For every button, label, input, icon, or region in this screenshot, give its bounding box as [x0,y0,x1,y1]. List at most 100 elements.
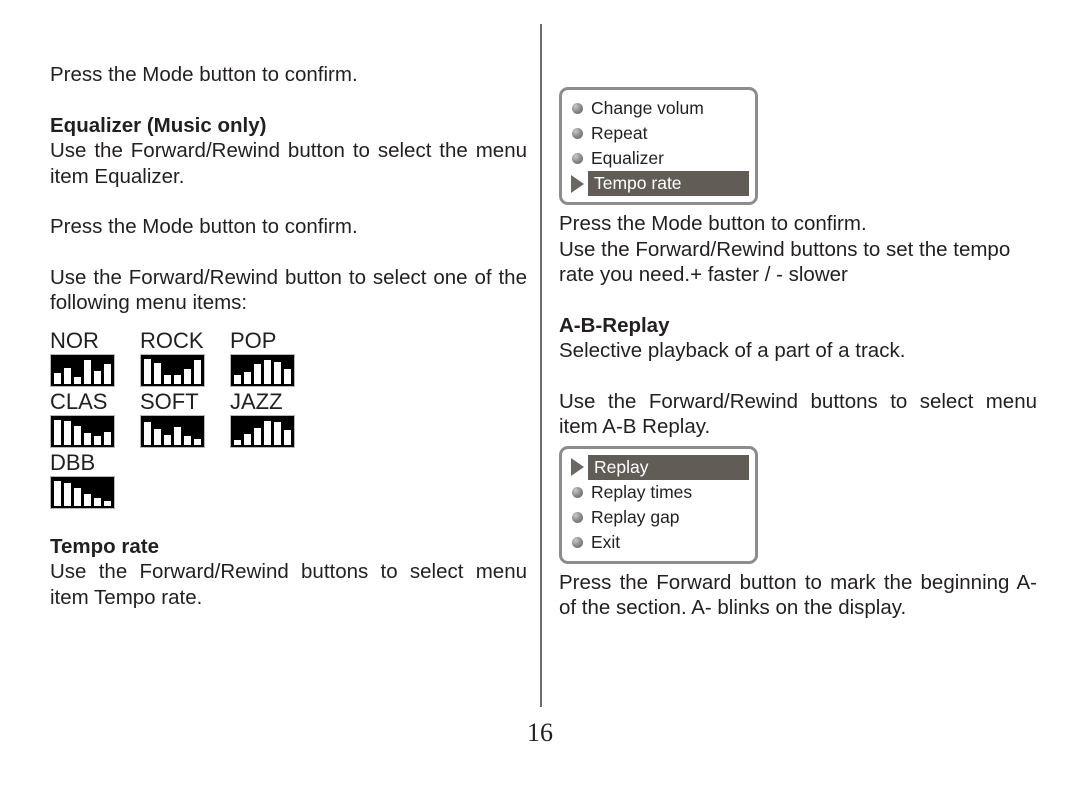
equalizer-bars-icon [230,353,295,387]
ab-replay-heading: A-B-Replay [559,313,670,337]
equalizer-bar [74,377,81,384]
equalizer-bars-icon [140,414,205,448]
equalizer-bars-icon [50,414,115,448]
page-number: 16 [527,718,553,747]
equalizer-paragraph-3: Use the Forward/Rewind button to select … [50,265,527,315]
equalizer-bar [54,419,61,445]
menu-item-label: Exit [591,531,621,552]
arrow-icon [571,174,584,193]
equalizer-bar [64,367,71,384]
menu-item-label: Tempo rate [588,171,749,196]
menu-item[interactable]: Replay [567,454,749,480]
equalizer-bar [264,420,271,445]
bullet-icon [567,153,588,164]
menu-item-label: Equalizer [591,148,664,168]
equalizer-bar [154,362,161,384]
equalizer-bar [84,359,91,384]
menu-item[interactable]: Repeat [567,121,749,146]
equalizer-bar [244,433,251,445]
bullet-icon [567,103,588,114]
tempo-rate-paragraph: Use the Forward/Rewind buttons to select… [50,560,527,609]
column-divider [540,24,542,707]
device-menu-tempo[interactable]: Change volum Repeat Equalizer Tempo rate [559,87,758,205]
ab-replay-paragraph-1: Selective playback of a part of a track. [559,339,906,362]
equalizer-bar [244,371,251,384]
menu-item[interactable]: Replay times [567,480,749,505]
equalizer-paragraph-1: Use the Forward/Rewind button to select … [50,139,527,188]
intro-paragraph: Press the Mode button to confirm. [50,63,358,86]
equalizer-preset: SOFT [140,389,218,448]
bullet-icon [572,536,583,548]
tempo-rate-heading: Tempo rate [50,534,159,558]
menu-item-label: Replay times [591,481,693,502]
bullet-icon [572,153,583,164]
menu-item-label: Change volum [591,98,704,118]
equalizer-preset: JAZZ [230,389,308,448]
equalizer-bar [284,369,291,384]
ab-replay-paragraph-2: Use the Forward/Rewind buttons to select… [559,389,1037,439]
equalizer-bar [104,500,111,506]
equalizer-bars-icon [140,353,205,387]
menu-item[interactable]: Change volum [567,96,749,121]
equalizer-bar [104,431,111,445]
equalizer-heading: Equalizer (Music only) [50,113,267,137]
equalizer-bar [174,374,181,384]
equalizer-bar [54,480,61,506]
bullet-icon [572,511,583,523]
equalizer-bar [194,360,201,384]
bullet-icon [567,511,588,523]
equalizer-bars-icon [50,353,115,387]
tempo-set-paragraph: Use the Forward/Rewind buttons to set th… [559,237,1011,287]
arrow-icon [567,174,588,193]
manual-page: Press the Mode button to confirm. Equali… [0,0,1080,785]
menu-item[interactable]: Equalizer [567,146,749,171]
equalizer-bar [94,436,101,445]
equalizer-paragraph-2: Press the Mode button to confirm. [50,215,358,238]
equalizer-bar [234,439,241,445]
equalizer-preset-label: ROCK [140,327,204,353]
equalizer-bar [194,438,201,445]
equalizer-bar [84,433,91,445]
arrow-icon [571,458,584,476]
tempo-confirm-paragraph: Press the Mode button to confirm. [559,212,867,235]
equalizer-preset: NOR [50,328,128,387]
equalizer-preset-label: POP [230,327,277,353]
equalizer-bar [94,497,101,506]
equalizer-preset-label: NOR [50,327,99,353]
menu-item[interactable]: Tempo rate [567,171,749,196]
menu-item[interactable]: Replay gap [567,505,749,530]
device-menu-replay[interactable]: Replay Replay times Replay gap Exit [559,445,758,564]
equalizer-bars-icon [230,414,295,448]
bullet-icon [572,128,583,139]
menu-item-label: Repeat [591,123,648,143]
equalizer-bar [104,363,111,384]
right-column: Change volum Repeat Equalizer Tempo rate Pr… [559,62,1037,621]
menu-item-label: Replay gap [591,506,680,527]
equalizer-preset-label: DBB [50,449,96,475]
equalizer-preset-label: JAZZ [230,388,283,414]
equalizer-bar [184,368,191,384]
equalizer-preset: POP [230,328,308,387]
equalizer-bar [74,488,81,506]
equalizer-bar [184,436,191,445]
equalizer-bar [264,359,271,384]
equalizer-bar [94,371,101,384]
equalizer-bar [164,375,171,384]
equalizer-bar [254,427,261,445]
equalizer-bar [64,421,71,445]
menu-item[interactable]: Exit [567,530,749,555]
ab-replay-paragraph-3: Press the Forward button to mark the beg… [559,570,1037,620]
equalizer-preset-grid: NOR ROCK POP CLAS SOFT JAZZ DBB [50,328,296,509]
equalizer-preset-label: SOFT [140,388,199,414]
bullet-icon [572,486,583,498]
equalizer-bar [154,428,161,445]
equalizer-bar [174,426,181,445]
